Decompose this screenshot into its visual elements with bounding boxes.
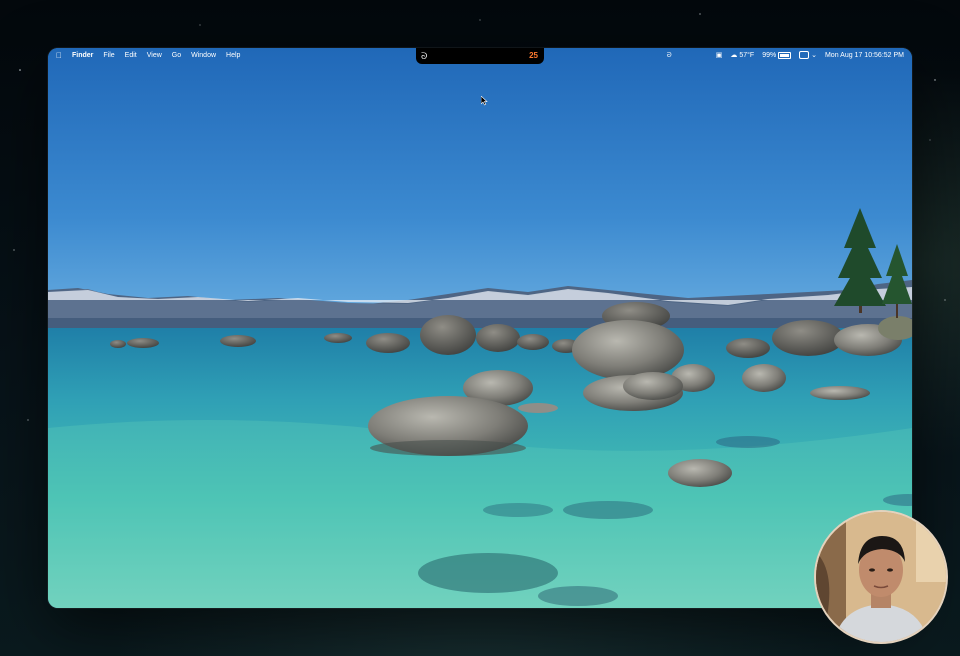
mouse-cursor-icon (481, 96, 488, 106)
mac-screen: ᘐ 25  Finder File Edit View Go Window H… (48, 48, 912, 608)
menu-go[interactable]: Go (172, 48, 181, 64)
menu-window[interactable]: Window (191, 48, 216, 64)
battery-status[interactable]: 99% (762, 48, 792, 64)
menu-bar-status: ᘐ ▣ ☁ 57°F 99% ⌄ Mon Aug 17 10:56:52 PM (667, 48, 904, 64)
battery-fill (780, 53, 790, 57)
menu-clock[interactable]: Mon Aug 17 10:56:52 PM (825, 48, 904, 64)
apple-icon[interactable]:  (56, 48, 62, 64)
menu-help[interactable]: Help (226, 48, 240, 64)
notch: ᘐ 25 (416, 48, 544, 64)
menu-view[interactable]: View (147, 48, 162, 64)
menu-app-name[interactable]: Finder (72, 48, 93, 64)
clock-date: Mon Aug 17 (824, 52, 863, 59)
presenter-webcam (814, 510, 948, 644)
desktop-background: ᘐ 25  Finder File Edit View Go Window H… (0, 0, 960, 656)
menu-bar-left:  Finder File Edit View Go Window Help (56, 48, 240, 64)
menu-edit[interactable]: Edit (125, 48, 137, 64)
clock-time: 10:56:52 PM (864, 52, 904, 59)
weather-temperature: 57°F (739, 52, 755, 59)
battery-percent: 99% (762, 52, 777, 59)
cloud-icon: ☁ (730, 52, 738, 59)
recording-timer: 25 (529, 51, 538, 60)
control-center-icon[interactable]: ⌄ (799, 48, 817, 64)
tracking-icon[interactable]: ᘐ (421, 51, 427, 61)
battery-icon (778, 51, 792, 59)
lake-tahoe-wallpaper (48, 48, 912, 608)
screen-mirroring-icon[interactable]: ▣ (716, 48, 723, 64)
weather-widget[interactable]: ☁ 57°F (730, 48, 754, 64)
menu-file[interactable]: File (103, 48, 114, 64)
tracking-icon[interactable]: ᘐ (667, 48, 672, 64)
